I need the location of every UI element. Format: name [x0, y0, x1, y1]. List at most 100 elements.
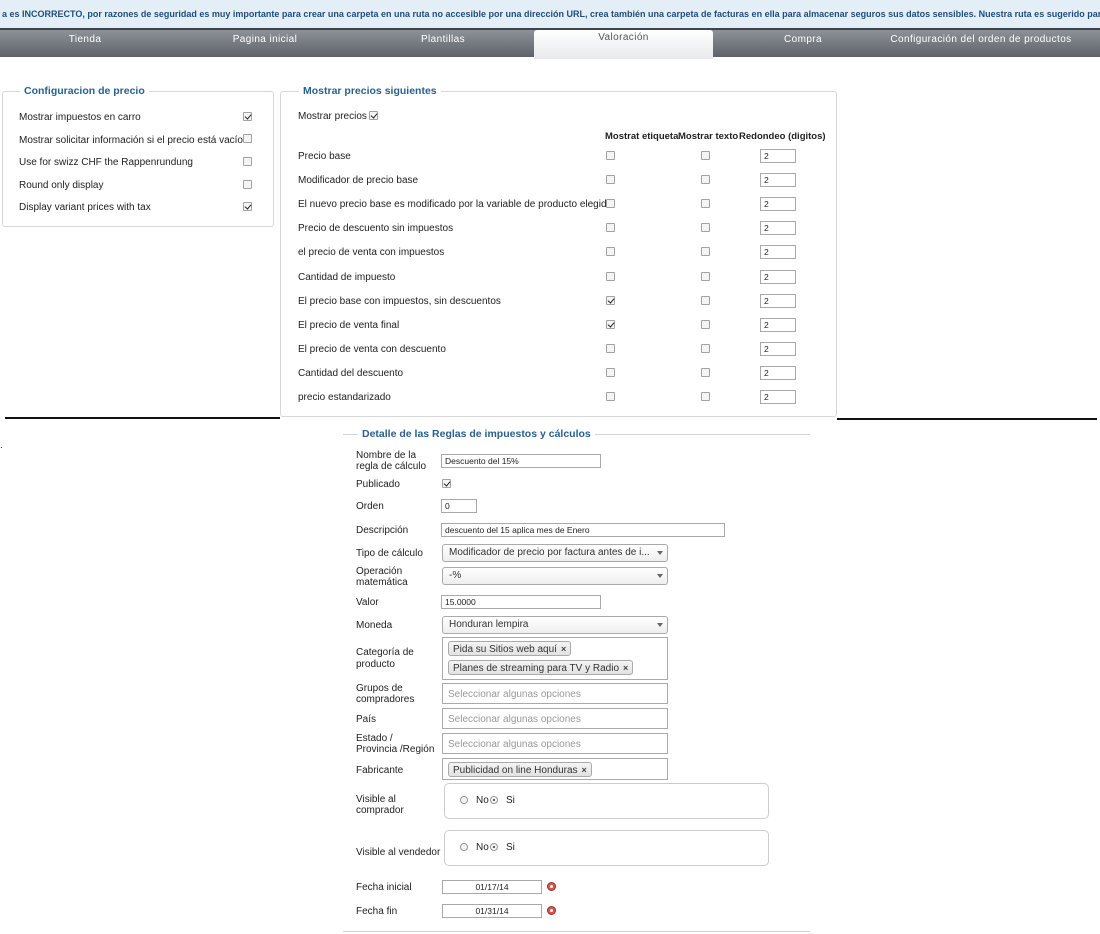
price-row-show-text-checkbox[interactable] [701, 175, 710, 184]
price-row-rounding-input[interactable]: 2 [760, 197, 796, 211]
order-input[interactable]: 0 [441, 499, 477, 513]
rule-name-input[interactable]: Descuento del 15% [441, 454, 601, 468]
end-date-label: Fecha fin [356, 906, 398, 917]
price-row-show-text-checkbox[interactable] [701, 296, 710, 305]
option-checkbox-ask-info-empty-price[interactable] [243, 134, 252, 143]
close-icon[interactable]: × [623, 663, 628, 673]
price-row-show-text-checkbox[interactable] [701, 199, 710, 208]
published-checkbox[interactable] [442, 479, 451, 488]
tab-configuracion-orden-productos[interactable]: Configuración del orden de productos [890, 32, 1072, 59]
price-row-rounding-input[interactable]: 2 [760, 149, 796, 163]
visible-buyer-radio-yes[interactable] [490, 796, 498, 804]
option-label-rappenrundung: Use for swizz CHF the Rappenrundung [19, 157, 193, 168]
price-row-show-label-checkbox[interactable] [606, 320, 615, 329]
price-row-show-text-checkbox[interactable] [701, 223, 710, 232]
price-row-rounding-input[interactable]: 2 [760, 318, 796, 332]
category-label: Categoría de producto [356, 647, 414, 670]
option-checkbox-show-tax-cart[interactable] [243, 112, 252, 121]
price-row-rounding-input[interactable]: 2 [760, 342, 796, 356]
tab-valoracion[interactable]: Valoración [534, 30, 713, 59]
buyer-groups-label: Grupos de compradores [356, 683, 415, 705]
price-row-show-text-checkbox[interactable] [701, 368, 710, 377]
tab-tienda[interactable]: Tienda [0, 32, 170, 59]
option-label-variant-prices-tax: Display variant prices with tax [19, 202, 151, 213]
price-row-label: Precio de descuento sin impuestos [298, 223, 454, 234]
description-input[interactable]: descuento del 15 aplica mes de Enero [441, 523, 725, 537]
price-row-rounding-input[interactable]: 2 [760, 245, 796, 259]
country-multiselect[interactable]: Seleccionar algunas opciones [442, 708, 668, 729]
tab-pagina-inicial[interactable]: Pagina inicial [180, 32, 350, 59]
visible-buyer-yes-label: Si [506, 795, 515, 806]
visible-vendor-radio-no[interactable] [460, 843, 468, 851]
tab-compra[interactable]: Compra [718, 32, 888, 59]
chevron-down-icon [657, 623, 663, 627]
show-prices-checkbox[interactable] [369, 111, 378, 120]
close-icon[interactable]: × [561, 644, 566, 654]
price-row-show-label-checkbox[interactable] [606, 296, 615, 305]
close-icon[interactable]: × [582, 765, 587, 775]
state-multiselect[interactable]: Seleccionar algunas opciones [442, 733, 668, 754]
option-checkbox-rappenrundung[interactable] [243, 157, 252, 166]
clear-date-icon[interactable] [547, 882, 556, 891]
price-row-show-label-checkbox[interactable] [606, 392, 615, 401]
category-chip-label: Pida su Sitios web aquí [453, 644, 557, 655]
security-warning-banner: a es INCORRECTO, por razones de segurida… [0, 0, 1100, 28]
price-row-show-label-checkbox[interactable] [606, 344, 615, 353]
price-row-label: Modificador de precio base [298, 175, 419, 186]
calc-type-select[interactable]: Modificador de precio por factura antes … [442, 544, 668, 562]
country-label: País [356, 714, 377, 725]
category-chip: Pida su Sitios web aquí × [448, 641, 572, 656]
price-row-show-text-checkbox[interactable] [701, 151, 710, 160]
visible-vendor-no-label: No [476, 842, 489, 853]
price-row-show-text-checkbox[interactable] [701, 247, 710, 256]
price-row-show-text-checkbox[interactable] [701, 392, 710, 401]
price-row-show-label-checkbox[interactable] [606, 151, 615, 160]
visible-buyer-label: Visible al comprador [356, 794, 404, 816]
visible-vendor-label: Visible al vendedor [356, 847, 441, 858]
clear-date-icon[interactable] [547, 906, 556, 915]
price-row-label: precio estandarizado [298, 392, 391, 403]
end-date-input[interactable]: 01/31/14 [442, 904, 542, 918]
description-label: Descripción [356, 525, 409, 536]
operation-value: -% [449, 570, 462, 581]
chevron-down-icon [657, 574, 663, 578]
price-row-show-text-checkbox[interactable] [701, 272, 710, 281]
option-checkbox-round-only-display[interactable] [243, 180, 252, 189]
price-row-rounding-input[interactable]: 2 [760, 173, 796, 187]
column-header-show-text: Mostrar texto [678, 131, 739, 142]
calc-type-label: Tipo de cálculo [356, 548, 423, 559]
value-input[interactable]: 15.0000 [441, 595, 601, 609]
price-row-show-label-checkbox[interactable] [606, 199, 615, 208]
operation-select[interactable]: -% [442, 567, 668, 585]
price-row-rounding-input[interactable]: 2 [760, 221, 796, 235]
price-row-rounding-input[interactable]: 2 [760, 390, 796, 404]
column-header-rounding: Redondeo (digitos) [739, 131, 826, 142]
price-row-show-text-checkbox[interactable] [701, 320, 710, 329]
option-checkbox-variant-prices-tax[interactable] [243, 202, 252, 211]
category-multiselect[interactable]: Pida su Sitios web aquí × Planes de strea… [442, 637, 668, 680]
price-config-legend: Configuracion de precio [20, 85, 149, 97]
visible-vendor-radio-yes[interactable] [490, 843, 498, 851]
price-row-show-label-checkbox[interactable] [606, 368, 615, 377]
price-row-show-label-checkbox[interactable] [606, 175, 615, 184]
visible-buyer-radio-no[interactable] [460, 796, 468, 804]
show-prices-label: Mostrar precios [298, 111, 367, 122]
price-row-show-label-checkbox[interactable] [606, 223, 615, 232]
price-row-rounding-input[interactable]: 2 [760, 366, 796, 380]
tab-plantillas[interactable]: Plantillas [358, 32, 528, 59]
category-chip: Planes de streaming para TV y Radio × [448, 660, 634, 675]
price-row-show-label-checkbox[interactable] [606, 247, 615, 256]
price-row-rounding-input[interactable]: 2 [760, 270, 796, 284]
currency-select[interactable]: Honduran lempira [442, 616, 668, 634]
price-row-show-text-checkbox[interactable] [701, 344, 710, 353]
start-date-input[interactable]: 01/17/14 [442, 880, 542, 894]
manufacturer-multiselect[interactable]: Publicidad on line Honduras × [442, 758, 668, 780]
price-row-label: El precio base con impuestos, sin descue… [298, 296, 501, 307]
category-chip-label: Planes de streaming para TV y Radio [453, 663, 620, 674]
price-row-label: Cantidad del descuento [298, 368, 404, 379]
tax-rule-legend: Detalle de las Reglas de impuestos y cál… [358, 428, 595, 440]
price-row-show-label-checkbox[interactable] [606, 272, 615, 281]
buyer-groups-multiselect[interactable]: Seleccionar algunas opciones [442, 683, 668, 704]
price-row-rounding-input[interactable]: 2 [760, 294, 796, 308]
visible-vendor-group: No Si [444, 830, 769, 866]
